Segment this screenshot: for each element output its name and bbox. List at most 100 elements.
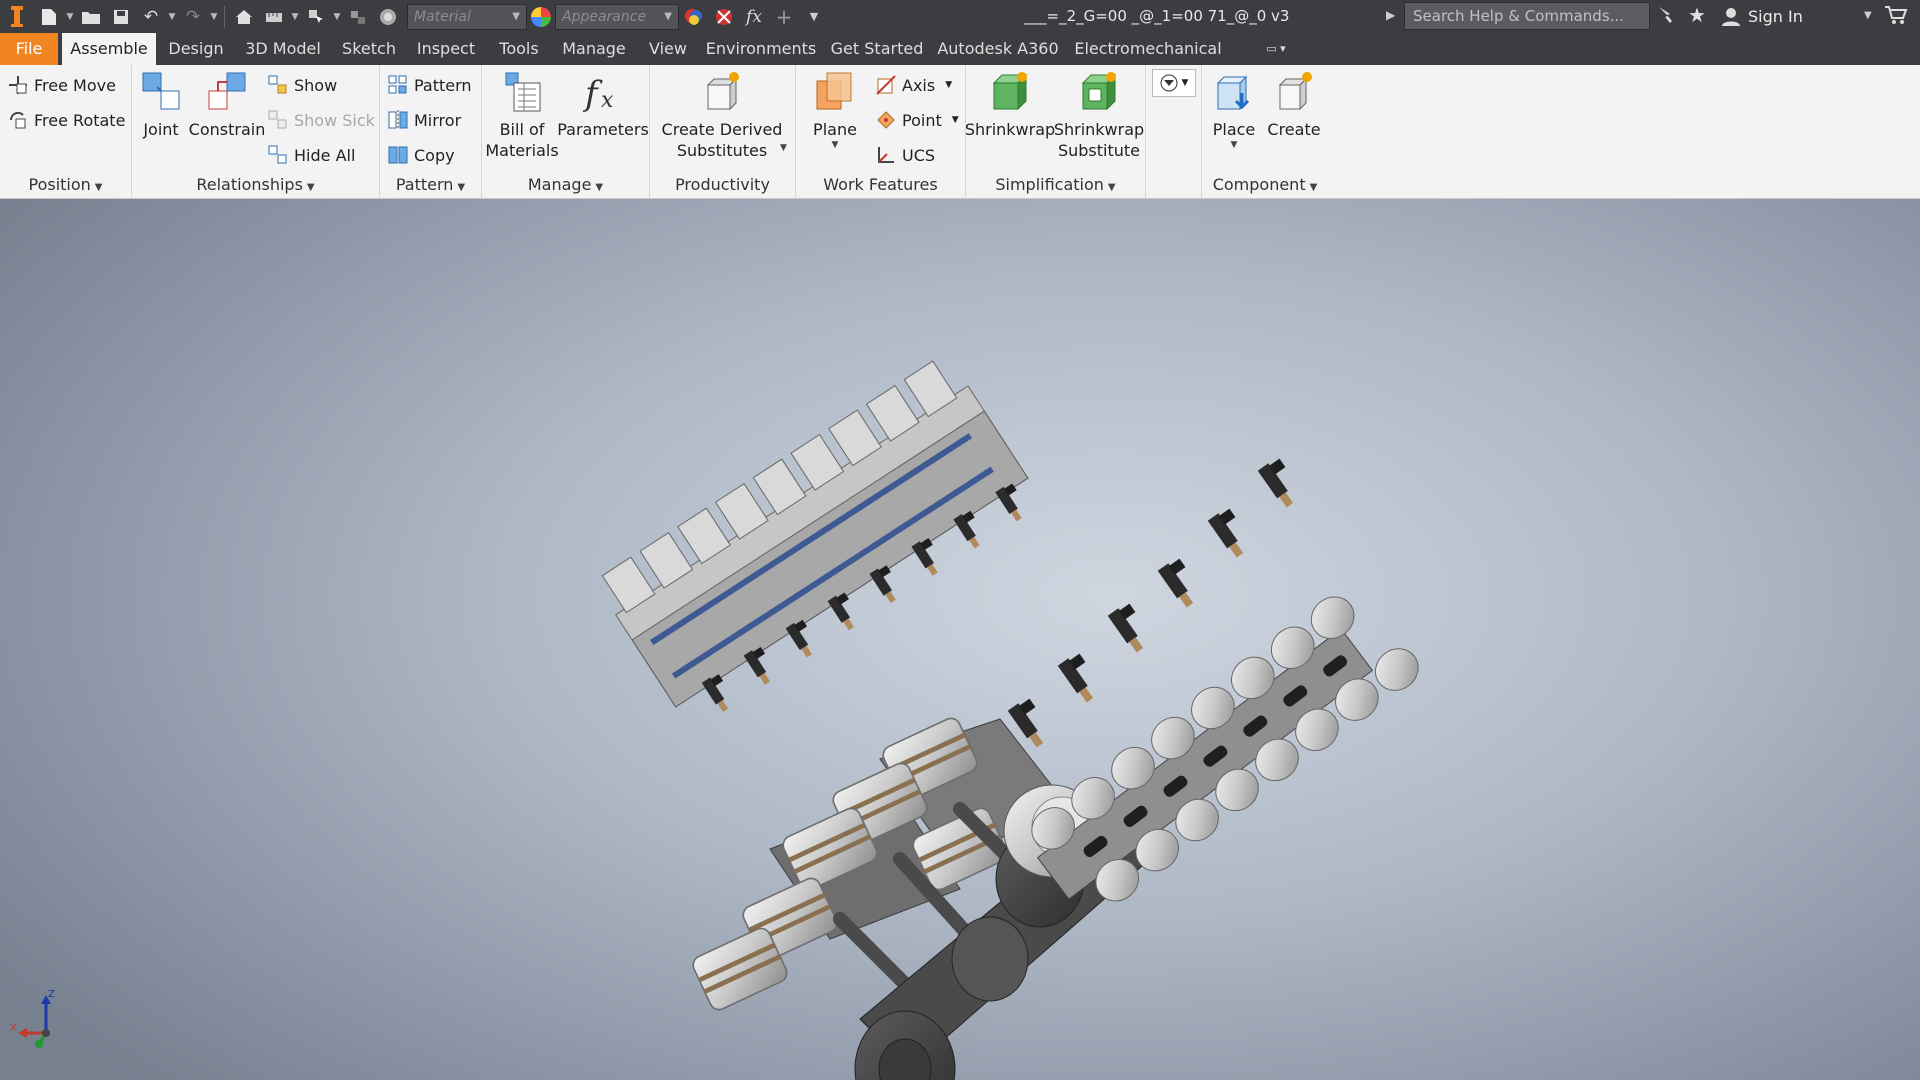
ucs-button[interactable]: UCS	[876, 141, 935, 169]
shrinkwrap-substitute-icon	[1077, 69, 1121, 113]
plane-label: Plane	[813, 120, 857, 139]
point-dropdown-icon[interactable]: ▼	[952, 115, 959, 125]
component-select-icon[interactable]	[343, 3, 373, 31]
save-icon[interactable]	[106, 3, 136, 31]
tab-environments[interactable]: Environments	[702, 33, 820, 65]
add-icon[interactable]: +	[769, 3, 799, 31]
tab-3d-model[interactable]: 3D Model	[236, 33, 330, 65]
panel-label-relationships[interactable]: Relationships ▼	[132, 175, 379, 197]
manage-panel-label: Manage	[527, 175, 592, 194]
ucs-label: UCS	[902, 145, 936, 165]
new-dropdown-icon[interactable]: ▼	[64, 3, 76, 31]
sign-in-button[interactable]: Sign In	[1720, 0, 1803, 33]
search-binoculars-icon[interactable]	[1656, 4, 1680, 30]
mirror-button[interactable]: Mirror	[388, 106, 461, 134]
parameters-fx-icon[interactable]: fx	[739, 3, 769, 31]
tab-tools[interactable]: Tools	[488, 33, 550, 65]
simplification-panel-label: Simplification	[995, 175, 1104, 194]
right-cylinder-head[interactable]	[1017, 576, 1426, 926]
shopping-cart-icon[interactable]	[1884, 4, 1908, 30]
ribbon-options-icon[interactable]: ▭ ▾	[1256, 33, 1296, 65]
show-sick-button[interactable]: Show Sick	[268, 106, 375, 134]
left-cylinder-head[interactable]	[594, 352, 1044, 732]
measure-icon[interactable]	[259, 3, 289, 31]
tab-design[interactable]: Design	[160, 33, 232, 65]
search-input[interactable]: Search Help & Commands...	[1404, 2, 1650, 30]
gallery-dropdown-button[interactable]: ▼	[1152, 69, 1196, 97]
show-button[interactable]: Show	[268, 71, 337, 99]
material-combo[interactable]: Material ▼	[407, 3, 527, 30]
point-button[interactable]: Point ▼	[876, 106, 959, 134]
open-folder-icon[interactable]	[76, 3, 106, 31]
redo-icon[interactable]: ↷	[178, 3, 208, 31]
tab-get-started[interactable]: Get Started	[824, 33, 930, 65]
copy-button[interactable]: Copy	[388, 141, 455, 169]
tab-view[interactable]: View	[638, 33, 698, 65]
chevron-down-icon: ▼	[94, 182, 103, 193]
tab-electromechanical[interactable]: Electromechanical	[1066, 33, 1230, 65]
sign-in-dropdown-icon[interactable]: ▼	[1864, 10, 1872, 21]
tab-file[interactable]: File	[0, 33, 58, 65]
panel-label-position[interactable]: Position ▼	[0, 175, 131, 197]
pattern-button[interactable]: Pattern	[388, 71, 472, 99]
place-button[interactable]: Place ▼	[1206, 69, 1262, 150]
select-filter-dropdown-icon[interactable]: ▼	[331, 3, 343, 31]
panel-label-pattern[interactable]: Pattern ▼	[380, 175, 481, 197]
place-dropdown-icon[interactable]: ▼	[1231, 140, 1238, 150]
expand-arrow-icon[interactable]: ▶	[1386, 8, 1395, 22]
axis-button[interactable]: Axis ▼	[876, 71, 952, 99]
shrinkwrap-icon	[988, 69, 1032, 113]
free-rotate-icon	[8, 110, 28, 130]
color-override-icon[interactable]	[373, 3, 403, 31]
plane-button[interactable]: Plane ▼	[800, 69, 870, 150]
create-derived-substitutes-button[interactable]: Create Derived Substitutes	[654, 69, 790, 161]
appearance-placeholder: Appearance	[562, 8, 647, 25]
joint-button[interactable]: Joint	[138, 69, 184, 140]
constrain-button[interactable]: Constrain	[188, 69, 266, 140]
customize-qat-icon[interactable]: ▼	[799, 3, 829, 31]
tab-sketch[interactable]: Sketch	[334, 33, 404, 65]
shrinkwrap-button[interactable]: Shrinkwrap	[965, 69, 1055, 140]
measure-dropdown-icon[interactable]: ▼	[289, 3, 301, 31]
free-move-icon	[8, 75, 28, 95]
clear-appearance-icon[interactable]	[709, 3, 739, 31]
create-component-button[interactable]: Create	[1266, 69, 1322, 140]
undo-dropdown-icon[interactable]: ▼	[166, 3, 178, 31]
graphics-viewport[interactable]: Z X	[0, 199, 1920, 1080]
tab-assemble[interactable]: Assemble	[62, 33, 156, 65]
axis-dropdown-icon[interactable]: ▼	[945, 80, 952, 90]
adjust-appearance-icon[interactable]	[679, 3, 709, 31]
free-move-button[interactable]: Free Move	[8, 71, 116, 99]
undo-icon[interactable]: ↶	[136, 3, 166, 31]
view-triad[interactable]: Z X	[10, 989, 70, 1053]
panel-label-simplification[interactable]: Simplification ▼	[966, 175, 1145, 197]
inventor-logo[interactable]	[0, 0, 34, 33]
parameters-button[interactable]: fx Parameters	[557, 69, 649, 140]
svg-text:f: f	[582, 74, 603, 113]
engine-assembly-model[interactable]	[0, 199, 1920, 1080]
appearance-combo[interactable]: Appearance ▼	[555, 3, 679, 30]
shrinkwrap-substitute-button[interactable]: Shrinkwrap Substitute	[1054, 69, 1144, 161]
select-filter-icon[interactable]	[301, 3, 331, 31]
home-icon[interactable]	[229, 3, 259, 31]
cds-label-line1: Create Derived	[661, 120, 783, 139]
chevron-down-icon: ▼	[512, 11, 520, 22]
plane-dropdown-icon[interactable]: ▼	[832, 140, 839, 150]
filter-funnel-icon	[1160, 74, 1178, 92]
tab-manage[interactable]: Manage	[554, 33, 634, 65]
cds-dropdown-icon[interactable]: ▼	[780, 143, 787, 153]
panel-label-component[interactable]: Component ▼	[1202, 175, 1328, 197]
favorites-star-icon[interactable]: ★	[1688, 3, 1706, 27]
hide-all-button[interactable]: Hide All	[268, 141, 355, 169]
redo-dropdown-icon[interactable]: ▼	[208, 3, 220, 31]
cds-label-line2: Substitutes	[676, 141, 768, 160]
new-document-icon[interactable]	[34, 3, 64, 31]
tab-autodesk-a360[interactable]: Autodesk A360	[934, 33, 1062, 65]
panel-collapsed: ▼	[1146, 65, 1202, 199]
panel-label-manage[interactable]: Manage ▼	[482, 175, 649, 197]
relationships-label: Relationships	[196, 175, 303, 194]
tab-inspect[interactable]: Inspect	[408, 33, 484, 65]
free-rotate-button[interactable]: Free Rotate	[8, 106, 125, 134]
appearance-ball-icon[interactable]	[531, 6, 551, 27]
bill-of-materials-button[interactable]: Bill of Materials	[485, 69, 559, 161]
